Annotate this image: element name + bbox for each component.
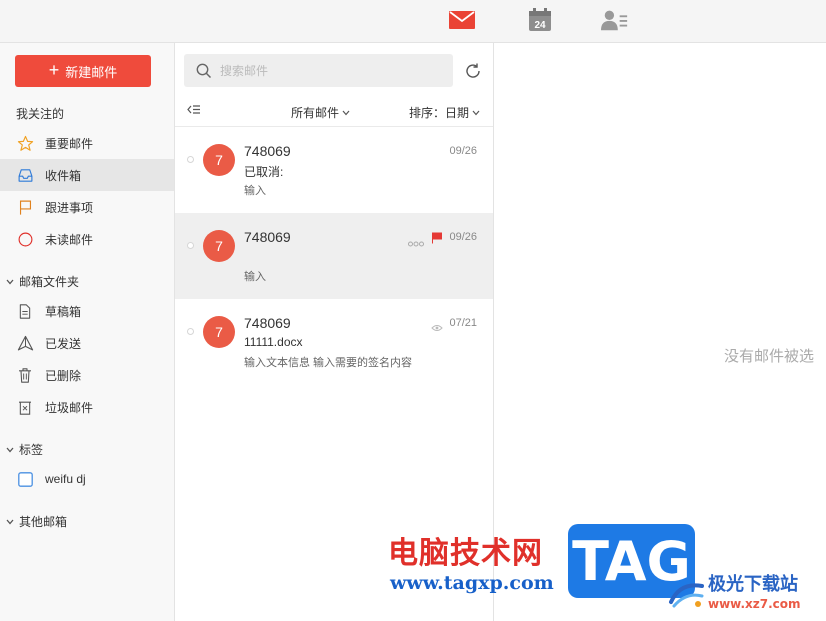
mail-date: 09/26: [449, 145, 477, 157]
top-toolbar: 24: [0, 0, 826, 43]
tags-section-toggle[interactable]: 标签: [6, 441, 43, 458]
chevron-down-icon: [6, 279, 14, 284]
read-receipt-icon: [431, 319, 443, 337]
sidebar-item-spam[interactable]: 垃圾邮件: [0, 391, 174, 423]
avatar: 7: [203, 144, 235, 176]
chevron-down-icon: [342, 110, 350, 115]
avatar: 7: [203, 230, 235, 262]
unread-dot[interactable]: [187, 328, 194, 335]
chevron-down-icon: [6, 519, 14, 524]
other-mailboxes-toggle[interactable]: 其他邮箱: [6, 513, 67, 530]
mail-preview: 输入: [244, 185, 266, 197]
checkbox-icon[interactable]: [16, 470, 34, 488]
spam-icon: [16, 398, 34, 416]
watermark-site-name: 电脑技术网: [388, 536, 543, 571]
unread-dot[interactable]: [187, 156, 194, 163]
collapse-sidebar-icon[interactable]: [187, 104, 201, 119]
sidebar-item-followup[interactable]: 跟进事项: [0, 191, 174, 223]
watermark-site-url: www.tagxp.com: [390, 572, 554, 594]
sidebar-item-label: 未读邮件: [45, 232, 94, 247]
sidebar-item-label: 收件箱: [45, 168, 82, 183]
refresh-icon[interactable]: [464, 62, 482, 80]
contacts-icon[interactable]: [601, 7, 629, 33]
sort-label: 排序：日期: [409, 106, 470, 120]
mail-subject: 已取消:: [244, 165, 284, 179]
mail-icon[interactable]: [448, 7, 476, 33]
avatar: 7: [203, 316, 235, 348]
mail-sender: 748069: [244, 229, 291, 245]
search-box[interactable]: [184, 54, 453, 87]
favorites-title: 我关注的: [16, 107, 65, 121]
draft-icon: [16, 302, 34, 320]
new-mail-button[interactable]: + 新建邮件: [15, 55, 151, 87]
trash-icon: [16, 366, 34, 384]
tags-title: 标签: [19, 443, 44, 457]
flag-icon[interactable]: [431, 231, 443, 249]
mail-filter-dropdown[interactable]: 所有邮件: [291, 104, 350, 121]
mail-sender: 748069: [244, 315, 291, 331]
sidebar-item-important[interactable]: 重要邮件: [0, 127, 174, 159]
sidebar-item-label: 垃圾邮件: [45, 400, 94, 415]
sidebar-item-tag-weifu[interactable]: weifu dj: [0, 463, 174, 495]
mail-item[interactable]: 7 748069 07/21 11111.docx 输入文本信息 输入需要的签名…: [175, 299, 493, 385]
watermark-swirl-logo: [668, 578, 706, 610]
chevron-down-icon: [6, 447, 14, 452]
sidebar-item-label: 草稿箱: [45, 304, 82, 319]
sidebar-item-deleted[interactable]: 已删除: [0, 359, 174, 391]
watermark-brand2-name: 极光下载站: [708, 574, 798, 595]
search-input[interactable]: [220, 63, 440, 78]
mail-preview: 输入: [244, 271, 266, 283]
sidebar-item-label: 已删除: [45, 368, 82, 383]
watermark-brand2-url: www.xz7.com: [708, 597, 801, 611]
sidebar-item-sent[interactable]: 已发送: [0, 327, 174, 359]
sort-dropdown[interactable]: 排序：日期: [409, 104, 480, 121]
mail-filter-label: 所有邮件: [291, 106, 340, 120]
more-icon[interactable]: [408, 234, 424, 252]
flag-icon: [16, 198, 34, 216]
folders-title: 邮箱文件夹: [19, 275, 80, 289]
other-mailboxes-title: 其他邮箱: [19, 515, 68, 529]
new-mail-label: 新建邮件: [65, 64, 118, 80]
sidebar: + 新建邮件 我关注的 重要邮件 收件箱 跟进事项 未读邮件 邮箱文件夹 草稿箱: [0, 43, 175, 621]
sidebar-item-inbox[interactable]: 收件箱: [0, 159, 174, 191]
calendar-day: 24: [534, 20, 546, 31]
star-icon: [16, 134, 34, 152]
send-icon: [16, 334, 34, 352]
empty-reader-message: 没有邮件被选: [724, 348, 815, 365]
mail-item[interactable]: 7 748069 09/26 输入: [175, 213, 493, 299]
mail-date: 09/26: [449, 231, 477, 243]
plus-icon: +: [48, 60, 60, 80]
calendar-icon[interactable]: 24: [526, 7, 554, 33]
mail-item[interactable]: 7 748069 09/26 已取消: 输入: [175, 127, 493, 213]
circle-icon: [16, 230, 34, 248]
folders-section-toggle[interactable]: 邮箱文件夹: [6, 273, 79, 290]
sidebar-item-drafts[interactable]: 草稿箱: [0, 295, 174, 327]
mail-preview: 输入文本信息 输入需要的签名内容: [244, 357, 413, 369]
mail-date: 07/21: [449, 317, 477, 329]
unread-dot[interactable]: [187, 242, 194, 249]
sidebar-item-unread[interactable]: 未读邮件: [0, 223, 174, 255]
chevron-down-icon: [472, 110, 480, 115]
inbox-icon: [16, 166, 34, 184]
mail-subject: 11111.docx: [244, 335, 303, 349]
mail-sender: 748069: [244, 143, 291, 159]
sidebar-item-label: weifu dj: [45, 472, 86, 486]
sidebar-item-label: 跟进事项: [45, 200, 94, 215]
sidebar-item-label: 已发送: [45, 336, 82, 351]
search-icon: [196, 63, 212, 78]
sidebar-item-label: 重要邮件: [45, 136, 94, 151]
list-filter-bar: 所有邮件 排序：日期: [175, 99, 493, 127]
